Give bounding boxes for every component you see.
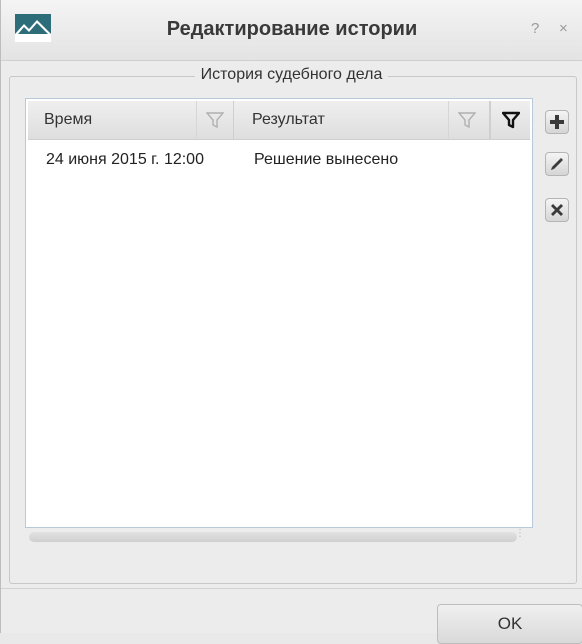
filter-icon [458, 112, 476, 129]
cell-time: 24 июня 2015 г. 12:00 [46, 151, 204, 168]
group-legend: История судебного дела [194, 66, 389, 83]
horizontal-scrollbar[interactable] [29, 532, 517, 542]
filter-icon [206, 112, 224, 129]
filter-result-button[interactable] [448, 101, 485, 139]
edit-history-dialog: Редактирование истории ? × История судеб… [0, 0, 582, 644]
history-table[interactable]: Время Результат 24 июня 2015 г. 12:00 Ре… [25, 98, 533, 528]
add-button[interactable] [545, 110, 569, 134]
scroll-grip-icon: ⋮ [515, 528, 525, 539]
plus-icon [550, 115, 564, 129]
column-header-time-label: Время [44, 111, 93, 128]
filter-time-button[interactable] [196, 101, 233, 139]
title-bar[interactable]: Редактирование истории ? × [1, 0, 582, 61]
close-button[interactable]: × [559, 20, 568, 37]
cell-result: Решение вынесено [254, 151, 399, 168]
ok-button[interactable]: OK [437, 604, 582, 644]
pencil-icon [551, 158, 563, 170]
table-row[interactable]: 24 июня 2015 г. 12:00 Решение вынесено [28, 141, 530, 179]
table-header: Время Результат [28, 101, 530, 140]
dialog-title: Редактирование истории [166, 18, 418, 40]
column-header-result-label: Результат [252, 111, 325, 128]
edit-button[interactable] [545, 152, 569, 176]
filter-icon [502, 111, 520, 129]
x-icon [551, 204, 563, 216]
footer-divider [1, 588, 582, 589]
help-button[interactable]: ? [531, 20, 539, 37]
filter-all-button[interactable] [490, 101, 531, 139]
delete-button[interactable] [545, 198, 569, 222]
